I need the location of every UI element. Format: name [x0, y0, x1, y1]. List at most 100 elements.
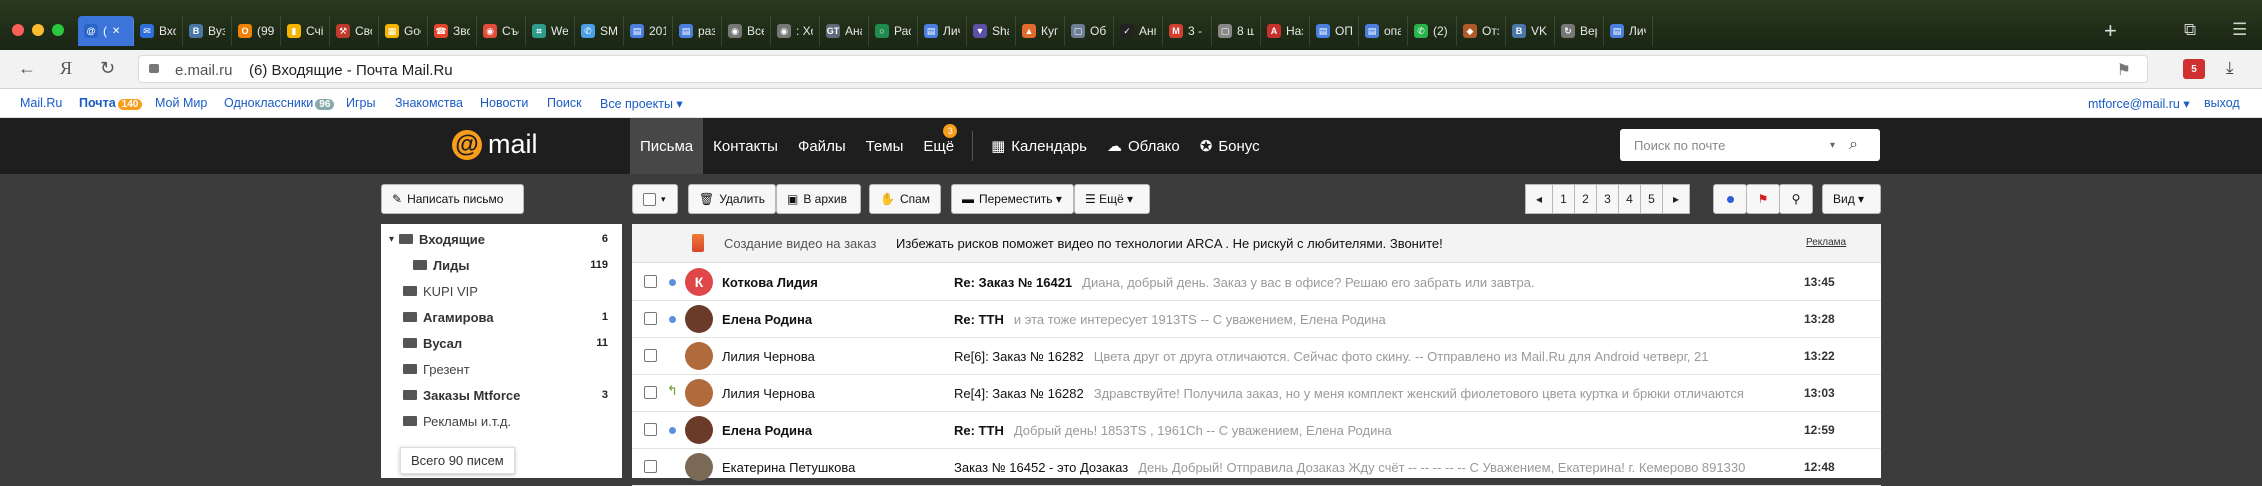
browser-tab[interactable]: ⚒ Сво	[330, 16, 379, 46]
browser-tab[interactable]: ◉ Все	[722, 16, 771, 46]
nav-files[interactable]: Файлы	[788, 118, 856, 174]
message-row[interactable]: Екатерина Петушкова Заказ № 16452 - это Д…	[632, 448, 1881, 486]
page-1-button[interactable]: 1	[1552, 184, 1575, 214]
portal-link-mailru[interactable]: Mail.Ru	[20, 96, 62, 110]
browser-tab[interactable]: ▮ Счі	[281, 16, 330, 46]
portal-link-my-world[interactable]: Мой Мир	[155, 96, 207, 110]
download-icon[interactable]: ⤓	[2226, 58, 2234, 78]
folder-item[interactable]: Рекламы и.т.д.	[381, 408, 622, 434]
browser-tab[interactable]: M 3 -	[1163, 16, 1212, 46]
browser-tab[interactable]: В VK	[1506, 16, 1555, 46]
browser-tab[interactable]: @ (✕	[78, 16, 134, 46]
portal-link-dating[interactable]: Знакомства	[395, 96, 463, 110]
folder-item[interactable]: Грезент	[381, 356, 622, 382]
nav-bonus[interactable]: ✪ Бонус	[1190, 118, 1270, 174]
message-row[interactable]: ↰ Лилия Чернова Re[4]: Заказ № 16282 Здравс…	[632, 374, 1881, 412]
filter-flagged-button[interactable]: ⚑	[1746, 184, 1780, 214]
browser-tab[interactable]: A Наз	[1261, 16, 1310, 46]
nav-calendar[interactable]: ▦ Календарь	[981, 118, 1097, 174]
folder-item[interactable]: KUPI VIP	[381, 278, 622, 304]
tab-manager-icon[interactable]: ⧉	[2184, 20, 2196, 40]
browser-tab[interactable]: ◉ Съе	[477, 16, 526, 46]
browser-tab[interactable]: ◉: Хо	[771, 16, 820, 46]
archive-button[interactable]: ▣ В архив	[776, 184, 861, 214]
compose-button[interactable]: ✎ Написать письмо	[381, 184, 524, 214]
search-icon[interactable]: ⌕	[1849, 136, 1858, 154]
folder-item[interactable]: ▾ Входящие 6	[381, 226, 622, 252]
bookmark-icon[interactable]: ⚑	[2117, 60, 2131, 80]
sender-avatar[interactable]	[685, 453, 713, 481]
view-button[interactable]: Вид ▾	[1822, 184, 1881, 214]
message-checkbox[interactable]	[644, 349, 657, 362]
browser-tab[interactable]: ▤ Лич	[1604, 16, 1653, 46]
unread-dot-icon[interactable]	[669, 316, 676, 323]
window-zoom-button[interactable]	[52, 24, 64, 36]
page-prev-button[interactable]: ◂	[1525, 184, 1553, 214]
browser-tab[interactable]: О (99	[232, 16, 281, 46]
browser-tab[interactable]: ▤ раз	[673, 16, 722, 46]
sender-avatar[interactable]	[685, 305, 713, 333]
nav-contacts[interactable]: Контакты	[703, 118, 788, 174]
browser-tab[interactable]: В Вуз	[183, 16, 232, 46]
page-5-button[interactable]: 5	[1640, 184, 1663, 214]
folder-item[interactable]: Агамирова 1	[381, 304, 622, 330]
mail-logo[interactable]: @ mail	[452, 129, 538, 160]
browser-tab[interactable]: ◆ Отз	[1457, 16, 1506, 46]
back-arrow-icon[interactable]: ←	[18, 58, 36, 79]
sender-avatar[interactable]	[685, 379, 713, 407]
browser-tab[interactable]: ▤ опа	[1359, 16, 1408, 46]
browser-tab[interactable]: ↻ Вер	[1555, 16, 1604, 46]
page-2-button[interactable]: 2	[1574, 184, 1597, 214]
browser-tab[interactable]: ▢ 8 ш	[1212, 16, 1261, 46]
browser-tab[interactable]: ✓ Анг	[1114, 16, 1163, 46]
user-account-menu[interactable]: mtforce@mail.ru ▾	[2088, 96, 2190, 111]
message-checkbox[interactable]	[644, 386, 657, 399]
browser-tab[interactable]: ▼ Sha	[967, 16, 1016, 46]
folder-item[interactable]: Лиды 119	[381, 252, 622, 278]
portal-link-games[interactable]: Игры	[346, 96, 375, 110]
browser-tab[interactable]: ▲ Куп	[1016, 16, 1065, 46]
browser-tab[interactable]: ✉ Вхо	[134, 16, 183, 46]
browser-tab[interactable]: ▢ Об(	[1065, 16, 1114, 46]
browser-tab[interactable]: ⌗ We	[526, 16, 575, 46]
spam-button[interactable]: ✋ Спам	[869, 184, 941, 214]
browser-tab[interactable]: ☎ Зво	[428, 16, 477, 46]
nav-letters[interactable]: Письма	[630, 118, 704, 174]
sender-avatar[interactable]: К	[685, 268, 713, 296]
browser-tab[interactable]: ▤ ОП	[1310, 16, 1359, 46]
browser-tab[interactable]: ○ Рас	[869, 16, 918, 46]
mail-search-input[interactable]	[1632, 136, 1826, 154]
delete-button[interactable]: 🗑︎ Удалить	[688, 184, 776, 214]
folder-item[interactable]: Вусал 11	[381, 330, 622, 356]
message-checkbox[interactable]	[644, 275, 657, 288]
nav-more[interactable]: Ещё 3	[913, 118, 964, 174]
message-row[interactable]: Лилия Чернова Re[6]: Заказ № 16282 Цвета д…	[632, 337, 1881, 375]
portal-link-search[interactable]: Поиск	[547, 96, 582, 110]
ad-label[interactable]: Реклама	[1806, 237, 1846, 248]
message-checkbox[interactable]	[644, 423, 657, 436]
page-next-button[interactable]: ▸	[1662, 184, 1690, 214]
sender-avatar[interactable]	[685, 342, 713, 370]
browser-tab[interactable]: ▤ 201	[624, 16, 673, 46]
more-actions-button[interactable]: ☰ Ещё ▾	[1074, 184, 1150, 214]
yandex-icon[interactable]: Я	[60, 58, 72, 79]
page-4-button[interactable]: 4	[1618, 184, 1641, 214]
message-row[interactable]: К Коткова Лидия Re: Заказ № 16421 Диана, до…	[632, 263, 1881, 301]
search-dropdown-icon[interactable]: ▾	[1830, 140, 1835, 151]
browser-tab[interactable]: ▤ Лич	[918, 16, 967, 46]
browser-tab[interactable]: ▦ Goo	[379, 16, 428, 46]
filter-attachments-button[interactable]: ⚲	[1779, 184, 1813, 214]
folder-item[interactable]: Заказы Mtforce 3	[381, 382, 622, 408]
message-checkbox[interactable]	[644, 312, 657, 325]
extension-badge-icon[interactable]: 5	[2183, 59, 2205, 79]
new-tab-button[interactable]: +	[2104, 16, 2117, 46]
portal-link-mail[interactable]: Почта 140	[79, 96, 143, 110]
message-row[interactable]: Елена Родина Re: ТТН Добрый день! 1853TS ,…	[632, 411, 1881, 449]
filter-unread-button[interactable]	[1713, 184, 1747, 214]
browser-tab[interactable]: ✆ (2)	[1408, 16, 1457, 46]
url-field[interactable]: e.mail.ru (6) Входящие - Почта Mail.Ru ⚑	[138, 55, 2148, 83]
move-button[interactable]: ▬ Переместить ▾	[951, 184, 1074, 214]
window-close-button[interactable]	[12, 24, 24, 36]
close-tab-icon[interactable]: ✕	[112, 26, 120, 37]
unread-dot-icon[interactable]	[669, 279, 676, 286]
